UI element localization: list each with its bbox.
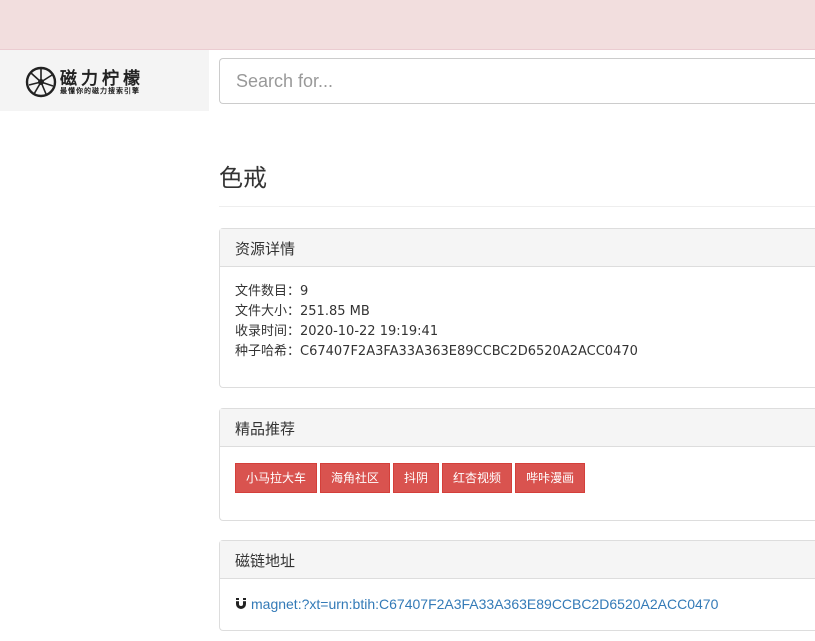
- recommend-tag[interactable]: 抖阴: [393, 463, 440, 493]
- recommend-tag[interactable]: 红杏视频: [442, 463, 513, 493]
- details-heading: 资源详情: [220, 229, 815, 267]
- hash-label: 种子哈希：: [235, 344, 301, 359]
- recommend-body: 小马拉大车 海角社区 抖阴 红杏视频 哔咔漫画: [220, 447, 815, 493]
- file-count-row: 文件数目：9: [235, 282, 804, 302]
- file-size-value: 251.85 MB: [300, 304, 370, 319]
- details-body: 文件数目：9 文件大小：251.85 MB 收录时间：2020-10-22 19…: [220, 267, 815, 362]
- recommend-heading: 精品推荐: [220, 409, 815, 447]
- magnet-heading: 磁链地址: [220, 541, 815, 579]
- magnet-link[interactable]: magnet:?xt=urn:btih:C67407F2A3FA33A363E8…: [251, 596, 718, 612]
- file-size-row: 文件大小：251.85 MB: [235, 302, 804, 322]
- recommend-tag[interactable]: 海角社区: [320, 463, 391, 493]
- recommend-tag[interactable]: 哔咔漫画: [515, 463, 586, 493]
- search-input[interactable]: [219, 58, 815, 104]
- title-divider: [219, 206, 815, 207]
- recommend-tag[interactable]: 小马拉大车: [235, 463, 318, 493]
- magnet-panel: 磁链地址 magnet:?xt=urn:btih:C67407F2A3FA33A…: [219, 540, 815, 631]
- top-banner: [0, 0, 815, 50]
- recommend-panel: 精品推荐 小马拉大车 海角社区 抖阴 红杏视频 哔咔漫画: [219, 408, 815, 521]
- indexed-time-value: 2020-10-22 19:19:41: [300, 324, 439, 339]
- hash-value: C67407F2A3FA33A363E89CCBC2D6520A2ACC0470: [300, 344, 638, 359]
- file-count-value: 9: [300, 284, 309, 299]
- file-count-label: 文件数目：: [235, 284, 301, 299]
- magnet-icon: [236, 597, 246, 609]
- details-panel: 资源详情 文件数目：9 文件大小：251.85 MB 收录时间：2020-10-…: [219, 228, 815, 388]
- page-title: 色戒: [219, 164, 267, 192]
- magnet-body: magnet:?xt=urn:btih:C67407F2A3FA33A363E8…: [220, 579, 815, 613]
- hash-row: 种子哈希：C67407F2A3FA33A363E89CCBC2D6520A2AC…: [235, 342, 804, 362]
- file-size-label: 文件大小：: [235, 304, 301, 319]
- indexed-time-label: 收录时间：: [235, 324, 301, 339]
- site-logo[interactable]: 磁力柠檬 最懂你的磁力搜索引擎: [25, 64, 165, 100]
- lemon-wheel-icon: [25, 66, 57, 98]
- indexed-time-row: 收录时间：2020-10-22 19:19:41: [235, 322, 804, 342]
- logo-slogan: 最懂你的磁力搜索引擎: [60, 87, 140, 95]
